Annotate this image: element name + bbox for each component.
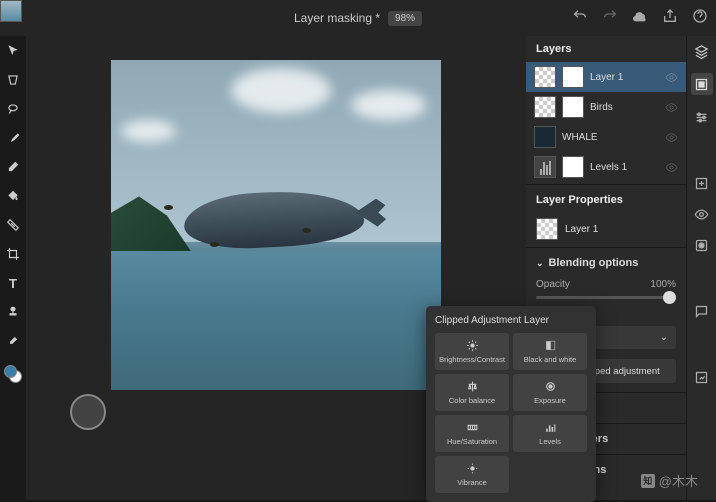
popup-title: Clipped Adjustment Layer xyxy=(435,315,587,326)
redo-icon[interactable] xyxy=(602,8,618,29)
visibility-icon[interactable] xyxy=(665,131,678,144)
layers-panel-title: Layers xyxy=(526,36,686,62)
export-icon[interactable] xyxy=(693,368,711,386)
comments-icon[interactable] xyxy=(693,302,711,320)
help-icon[interactable] xyxy=(692,8,708,29)
transform-tool-icon[interactable] xyxy=(4,71,22,89)
layer-mask-thumbnail xyxy=(534,126,556,148)
opacity-label: Opacity xyxy=(536,279,570,290)
layer-thumbnail xyxy=(534,96,556,118)
brush-cursor-indicator xyxy=(70,394,106,430)
layer-row[interactable]: WHALE xyxy=(526,122,686,152)
layer-properties-title: Layer Properties xyxy=(526,187,686,213)
document-title: Layer masking * xyxy=(294,11,380,25)
color-balance-button[interactable]: Color balance xyxy=(435,374,509,411)
layer-name: Levels 1 xyxy=(590,162,659,173)
levels-button[interactable]: Levels xyxy=(513,415,587,452)
layer-thumbnail xyxy=(534,156,556,178)
cloud-icon[interactable] xyxy=(632,8,648,29)
type-tool-icon[interactable]: T xyxy=(4,274,22,292)
layer-row[interactable]: Levels 1 xyxy=(526,152,686,182)
eraser-tool-icon[interactable] xyxy=(4,158,22,176)
layer-thumbnail xyxy=(534,66,556,88)
mask-rail-icon[interactable] xyxy=(693,236,711,254)
layer-mask-thumbnail xyxy=(562,96,584,118)
brush-tool-icon[interactable] xyxy=(4,129,22,147)
vibrance-button[interactable]: Vibrance xyxy=(435,456,509,493)
opacity-value: 100% xyxy=(650,279,676,290)
chevron-down-icon: ⌄ xyxy=(536,258,544,269)
layer-name: WHALE xyxy=(562,132,659,143)
fill-tool-icon[interactable] xyxy=(4,187,22,205)
layer-mask-thumbnail xyxy=(562,66,584,88)
visibility-icon[interactable] xyxy=(665,161,678,174)
watermark: 知@木木 xyxy=(641,471,698,490)
exposure-button[interactable]: Exposure xyxy=(513,374,587,411)
canvas[interactable] xyxy=(111,60,441,390)
layers-panel-icon[interactable] xyxy=(693,42,711,60)
zoom-badge[interactable]: 98% xyxy=(388,11,422,26)
layer-row[interactable]: Layer 1 xyxy=(526,62,686,92)
properties-panel-icon[interactable] xyxy=(691,73,713,95)
layer-name: Layer 1 xyxy=(590,72,659,83)
stamp-tool-icon[interactable] xyxy=(4,303,22,321)
eyedropper-tool-icon[interactable] xyxy=(4,332,22,350)
crop-tool-icon[interactable] xyxy=(4,245,22,263)
property-layer-name: Layer 1 xyxy=(565,224,598,235)
add-icon[interactable] xyxy=(693,174,711,192)
brightness-contrast-button[interactable]: Brightness/Contrast xyxy=(435,333,509,370)
visibility-icon[interactable] xyxy=(665,101,678,114)
adjustments-panel-icon[interactable] xyxy=(693,108,711,126)
undo-icon[interactable] xyxy=(572,8,588,29)
opacity-slider[interactable] xyxy=(536,296,676,299)
property-thumbnail xyxy=(536,218,558,240)
clipped-adjustment-popup: Clipped Adjustment Layer Brightness/Cont… xyxy=(426,306,596,502)
layer-row[interactable]: Birds xyxy=(526,92,686,122)
chevron-down-icon: ⌄ xyxy=(660,332,668,343)
share-icon[interactable] xyxy=(662,8,678,29)
top-bar: Layer masking * 98% xyxy=(0,0,716,36)
blending-options-header[interactable]: ⌄Blending options xyxy=(526,250,686,276)
layer-mask-thumbnail xyxy=(562,156,584,178)
black-white-button[interactable]: Black and white xyxy=(513,333,587,370)
hue-saturation-button[interactable]: Hue/Saturation xyxy=(435,415,509,452)
left-toolbar: T xyxy=(0,36,26,500)
layer-name: Birds xyxy=(590,102,659,113)
visibility-rail-icon[interactable] xyxy=(693,205,711,223)
color-swatch[interactable] xyxy=(4,365,22,383)
move-tool-icon[interactable] xyxy=(4,42,22,60)
right-rail xyxy=(686,36,716,500)
canvas-area: Clipped Adjustment Layer Brightness/Cont… xyxy=(26,36,526,500)
visibility-icon[interactable] xyxy=(665,71,678,84)
heal-tool-icon[interactable] xyxy=(4,216,22,234)
lasso-tool-icon[interactable] xyxy=(4,100,22,118)
